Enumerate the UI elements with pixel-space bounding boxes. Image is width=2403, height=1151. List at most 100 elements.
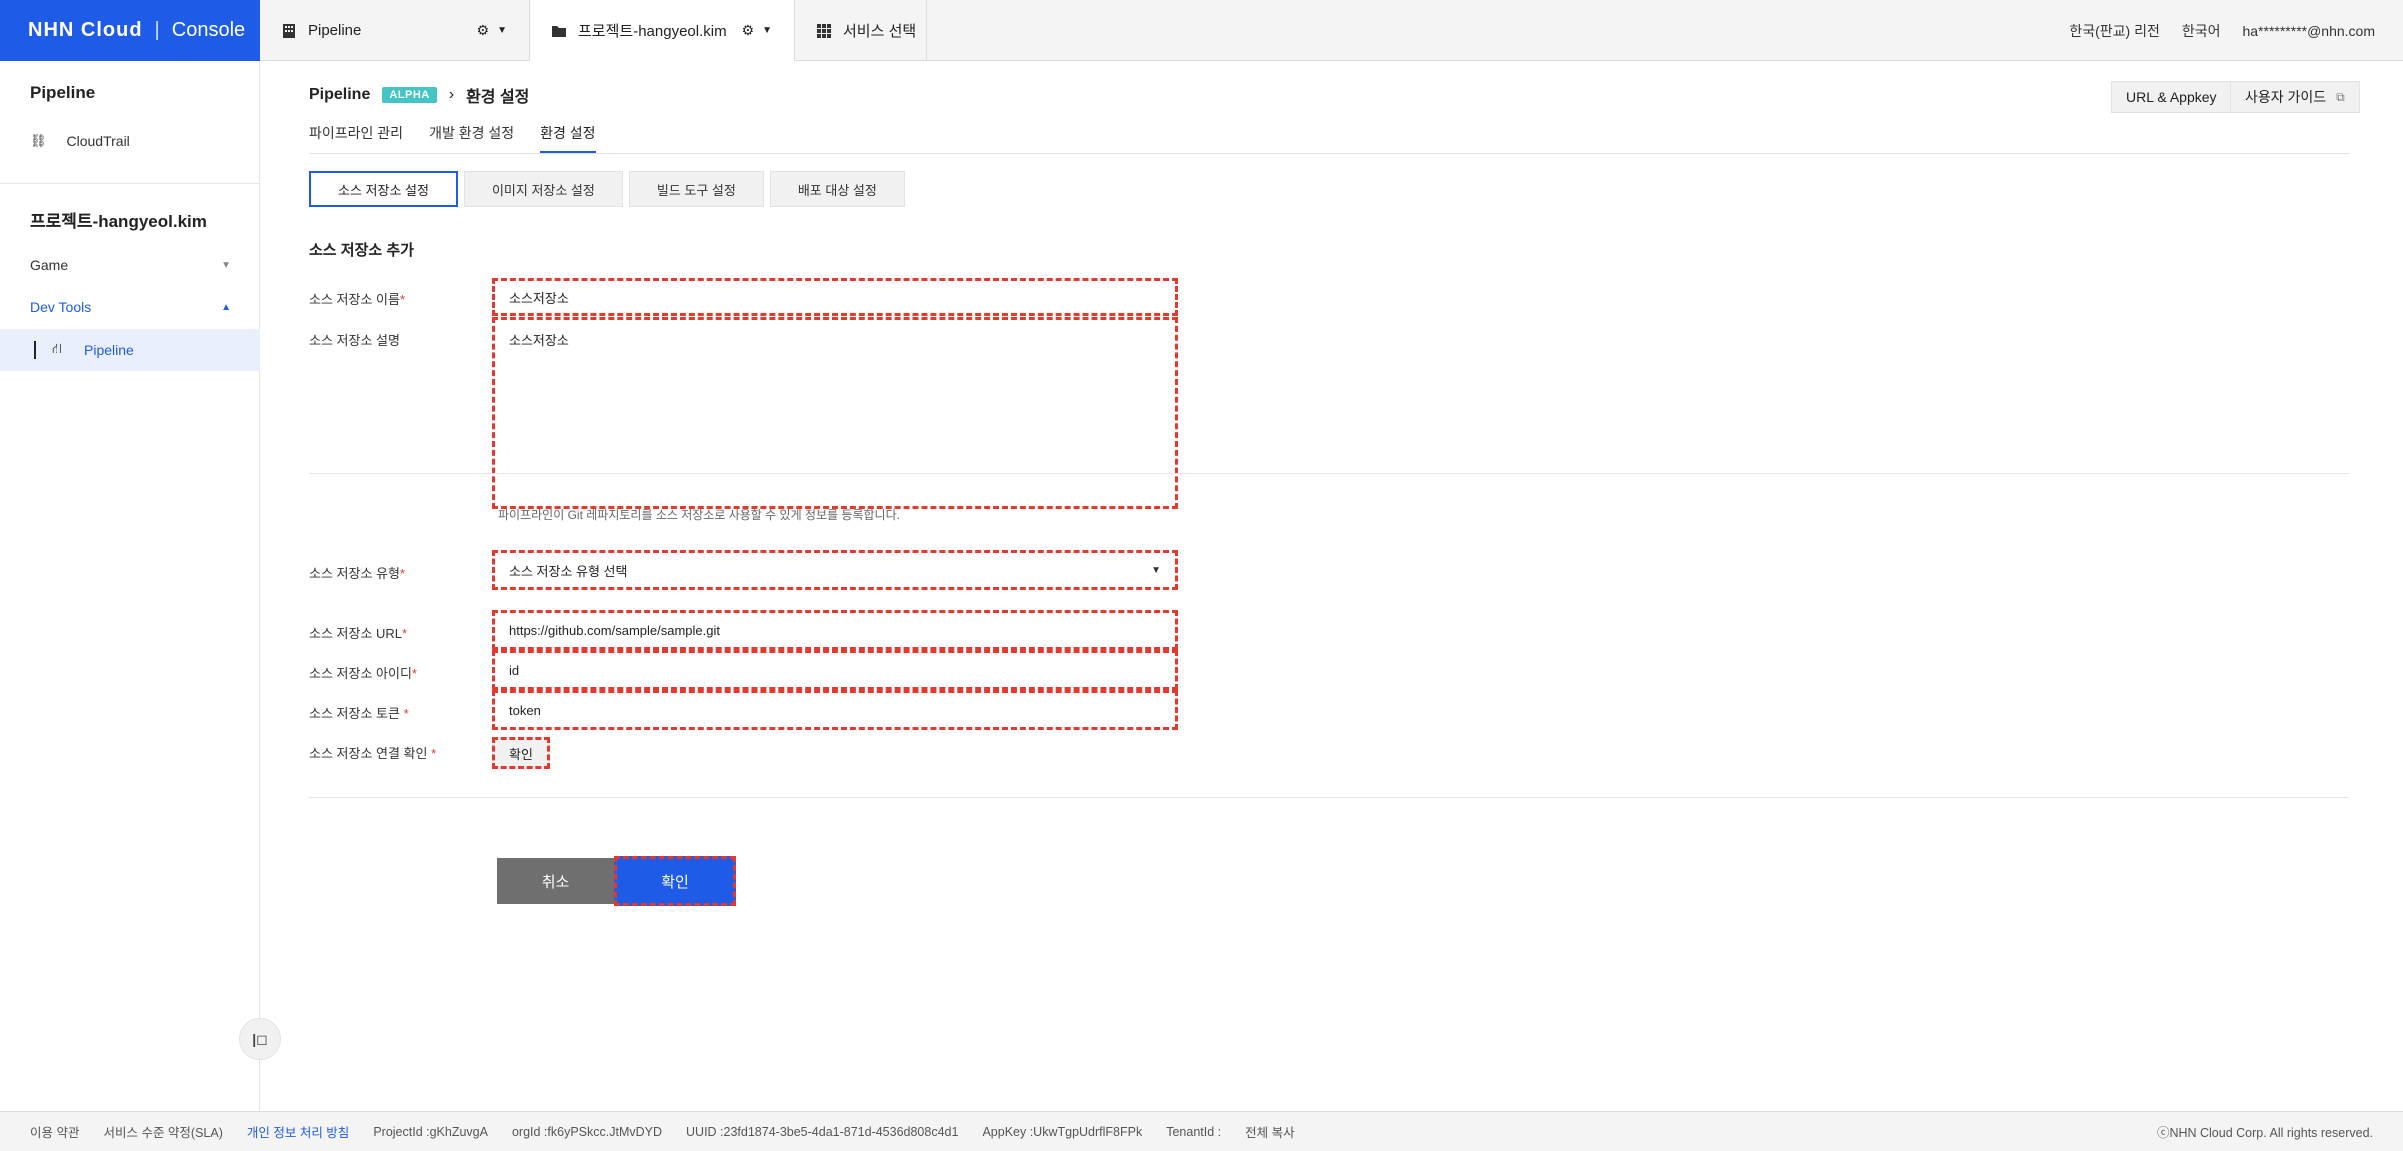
- chevron-down-icon[interactable]: ▼: [497, 25, 507, 36]
- help-text: 파이프라인이 Git 레파지토리를 소스 저장소로 사용할 수 있게 정보를 등…: [498, 508, 900, 522]
- sidebar-item-cloudtrail[interactable]: ⛓ CloudTrail: [30, 133, 130, 149]
- repo-name-value: 소스저장소: [509, 290, 569, 306]
- section-title: 소스 저장소 추가: [309, 242, 414, 259]
- confirm-button[interactable]: 확인: [614, 856, 736, 906]
- token-label: 소스 저장소 토큰 *: [309, 703, 409, 722]
- repo-url-input[interactable]: https://github.com/sample/sample.git: [492, 610, 1178, 650]
- sidebar-item-label: Dev Tools: [30, 299, 92, 315]
- tree-line: [34, 341, 36, 359]
- chevron-down-icon: ▼: [1151, 564, 1161, 576]
- external-link-icon: ⧉: [2336, 89, 2345, 104]
- grid-icon: [817, 23, 831, 38]
- org-tab[interactable]: Pipeline ⚙ ▼: [260, 0, 530, 61]
- section-divider: [309, 473, 2349, 474]
- subnav-divider: [309, 153, 2349, 154]
- settings-tabs: 소스 저장소 설정 이미지 저장소 설정 빌드 도구 설정 배포 대상 설정: [309, 171, 905, 207]
- required-mark: *: [399, 566, 406, 581]
- footer: 이용 약관 서비스 수준 약정(SLA) 개인 정보 처리 방침 Project…: [0, 1111, 2403, 1151]
- name-label-text: 소스 저장소 이름: [309, 292, 400, 307]
- connect-label: 소스 저장소 연결 확인 *: [309, 743, 436, 762]
- language-select[interactable]: 한국어: [2182, 21, 2221, 41]
- id-label-text: 소스 저장소 아이디: [309, 666, 412, 681]
- name-label: 소스 저장소 이름*: [309, 289, 405, 308]
- subnav-pipeline-manage[interactable]: 파이프라인 관리: [309, 123, 403, 153]
- required-mark: *: [403, 706, 409, 721]
- tab-build-tool[interactable]: 빌드 도구 설정: [628, 171, 764, 207]
- repo-description-textarea[interactable]: 소스저장소: [492, 317, 1178, 509]
- subnav-env-settings[interactable]: 환경 설정: [540, 123, 596, 153]
- chevron-down-icon[interactable]: ▼: [762, 25, 772, 36]
- sidebar-item-pipeline[interactable]: ⛙ Pipeline: [0, 329, 260, 371]
- sidebar-item-label: CloudTrail: [66, 133, 130, 149]
- sidebar: Pipeline ⛓ CloudTrail 프로젝트-hangyeol.kim …: [0, 61, 260, 1111]
- repo-token-input[interactable]: token: [492, 690, 1178, 730]
- gear-icon[interactable]: ⚙: [742, 22, 755, 39]
- footer-privacy-link[interactable]: 개인 정보 처리 방침: [247, 1122, 349, 1141]
- footer-tenant-id: TenantId :: [1166, 1124, 1222, 1139]
- connection-check-button[interactable]: 확인: [492, 737, 550, 769]
- repo-description-value: 소스저장소: [509, 333, 569, 348]
- repo-type-value: 소스 저장소 유형 선택: [509, 563, 628, 579]
- footer-org-id: orgId :fk6yPSkcc.JtMvDYD: [511, 1124, 663, 1139]
- alpha-badge: ALPHA: [382, 87, 437, 103]
- required-mark: *: [399, 292, 406, 307]
- repo-id-value: id: [509, 662, 520, 678]
- footer-copyright: ⓒNHN Cloud Corp. All rights reserved.: [2156, 1126, 2373, 1140]
- user-guide-button[interactable]: 사용자 가이드 ⧉: [2230, 81, 2360, 113]
- service-select-tab[interactable]: 서비스 선택: [795, 0, 927, 61]
- footer-appkey: AppKey :UkwTgpUdrflF8FPk: [982, 1124, 1143, 1139]
- type-label-text: 소스 저장소 유형: [309, 566, 400, 581]
- required-mark: *: [411, 666, 417, 681]
- project-tab-label: 프로젝트-hangyeol.kim: [578, 23, 727, 40]
- footer-copy-all-link[interactable]: 전체 복사: [1245, 1122, 1294, 1141]
- pipeline-icon: ⛙: [52, 340, 62, 356]
- region-select[interactable]: 한국(판교) 리전: [2069, 21, 2160, 41]
- user-guide-label: 사용자 가이드: [2245, 89, 2327, 105]
- tab-image-repo[interactable]: 이미지 저장소 설정: [463, 171, 623, 207]
- chevron-up-icon[interactable]: ▲: [221, 302, 231, 313]
- gear-icon[interactable]: ⚙: [477, 22, 490, 39]
- type-label: 소스 저장소 유형*: [309, 563, 405, 582]
- chevron-right-icon: ›: [448, 86, 455, 103]
- footer-terms-link[interactable]: 이용 약관: [30, 1122, 79, 1141]
- logo-brand: NHN Cloud: [28, 19, 143, 41]
- user-account[interactable]: ha*********@nhn.com: [2242, 23, 2375, 39]
- repo-type-select[interactable]: 소스 저장소 유형 선택 ▼: [492, 550, 1178, 590]
- sidebar-item-game[interactable]: Game: [30, 257, 230, 273]
- console-logo[interactable]: NHN Cloud | Console: [0, 0, 260, 61]
- project-tab[interactable]: 프로젝트-hangyeol.kim ⚙ ▼: [530, 0, 795, 61]
- building-icon: [282, 23, 296, 38]
- repo-name-input[interactable]: 소스저장소: [492, 278, 1178, 316]
- sidebar-item-devtools[interactable]: Dev Tools: [30, 299, 91, 315]
- sidebar-divider: [0, 183, 260, 184]
- subnav-dev-env[interactable]: 개발 환경 설정: [429, 123, 514, 153]
- repo-id-input[interactable]: id: [492, 650, 1178, 690]
- top-right-menu: 한국(판교) 리전 한국어 ha*********@nhn.com: [2069, 0, 2375, 61]
- cancel-button[interactable]: 취소: [497, 858, 614, 904]
- service-select-label: 서비스 선택: [843, 23, 917, 40]
- repo-token-value: token: [509, 702, 541, 718]
- desc-label: 소스 저장소 설명: [309, 333, 400, 348]
- cloudtrail-icon: ⛓: [30, 133, 47, 148]
- token-label-text: 소스 저장소 토큰: [309, 706, 404, 721]
- url-appkey-button[interactable]: URL & Appkey: [2111, 81, 2232, 113]
- main-content: Pipeline ALPHA › 환경 설정 URL & Appkey 사용자 …: [261, 61, 2403, 1111]
- org-title: Pipeline: [30, 83, 96, 102]
- breadcrumb: Pipeline ALPHA › 환경 설정: [309, 83, 529, 107]
- project-title: 프로젝트-hangyeol.kim: [30, 212, 207, 231]
- connect-label-text: 소스 저장소 연결 확인: [309, 746, 432, 761]
- chevron-down-icon[interactable]: ▼: [221, 260, 231, 271]
- required-mark: *: [431, 746, 437, 761]
- form-divider: [309, 797, 2349, 798]
- url-label: 소스 저장소 URL*: [309, 623, 407, 642]
- repo-url-value: https://github.com/sample/sample.git: [509, 622, 720, 638]
- sidebar-item-label: Game: [30, 257, 69, 273]
- tab-deploy-target[interactable]: 배포 대상 설정: [769, 171, 905, 207]
- logo-console-label: Console: [171, 19, 246, 41]
- breadcrumb-root[interactable]: Pipeline: [309, 86, 370, 104]
- folder-icon: [552, 24, 566, 38]
- footer-sla-link[interactable]: 서비스 수준 약정(SLA): [103, 1122, 222, 1141]
- sidebar-item-label: Pipeline: [84, 342, 134, 358]
- tab-source-repo[interactable]: 소스 저장소 설정: [309, 171, 458, 207]
- footer-uuid: UUID :23fd1874-3be5-4da1-871d-4536d808c4…: [686, 1124, 959, 1139]
